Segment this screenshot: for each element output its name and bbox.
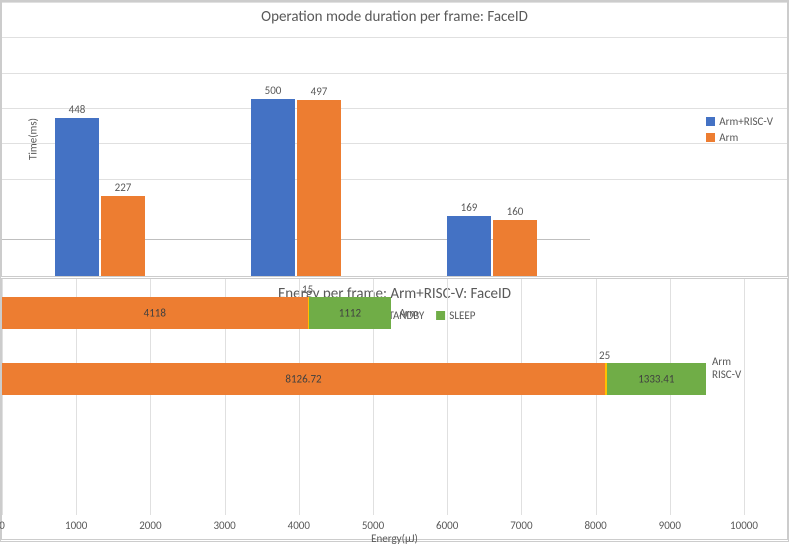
bar: 169 — [447, 216, 491, 276]
bar-value: 160 — [507, 205, 524, 218]
xtick: 3000 — [213, 519, 235, 532]
seg-value: 15 — [302, 283, 313, 296]
chart-top-title: Operation mode duration per frame: FaceI… — [2, 2, 787, 28]
seg-value: 1333.41 — [638, 373, 674, 386]
bar: 497 — [297, 100, 341, 276]
chart-bot: Energy per frame: Arm+RISC-V: FaceID ACT… — [1, 278, 788, 540]
xtick: 8000 — [584, 519, 606, 532]
y-axis-label: Time(ms) — [26, 118, 39, 160]
bar-value: 497 — [311, 85, 328, 98]
hseg-sleep: 1333.41 — [607, 363, 706, 395]
xtick: 5000 — [362, 519, 384, 532]
chart-container: Operation mode duration per frame: FaceI… — [0, 0, 789, 542]
legend-item: Arm+RISC-V — [706, 115, 773, 128]
xtick: 7000 — [510, 519, 532, 532]
bar-value: 169 — [461, 201, 478, 214]
legend-label: SLEEP — [449, 309, 475, 322]
bar-value: 500 — [265, 84, 282, 97]
hseg-active: 8126.72 — [2, 363, 605, 395]
hseg-sleep: 1112 — [309, 297, 392, 329]
chart-top: Operation mode duration per frame: FaceI… — [1, 1, 788, 277]
xtick: 6000 — [436, 519, 458, 532]
row-label-line: RISC-V — [712, 368, 741, 381]
legend-label: Arm+RISC-V — [719, 115, 773, 128]
legend-item: SLEEP — [436, 309, 475, 322]
bar: 500 — [251, 99, 295, 276]
row-label-line: Arm — [712, 355, 741, 368]
xtick: 4000 — [288, 519, 310, 532]
xtick: 0 — [0, 519, 5, 532]
xtick: 1000 — [65, 519, 87, 532]
legend-label: Arm — [719, 131, 738, 144]
seg-value: 4118 — [144, 307, 166, 320]
x-axis-label: Energy(μJ) — [371, 532, 418, 545]
legend-top: Arm+RISC-V Arm — [706, 112, 773, 147]
seg-value: 1112 — [339, 307, 361, 320]
bar: 448 — [55, 118, 99, 276]
seg-value: 8126.72 — [285, 373, 321, 386]
legend-swatch-icon — [436, 311, 445, 320]
row-label: Arm RISC-V — [712, 355, 741, 381]
legend-item: Arm — [706, 131, 773, 144]
xtick: 9000 — [659, 519, 681, 532]
chart-top-plot: 0 100 200 300 400 500 600 ACTIVE STANDBY… — [2, 28, 590, 240]
bar: 227 — [101, 196, 145, 276]
xtick: 2000 — [139, 519, 161, 532]
bar-value: 227 — [115, 181, 132, 194]
legend-swatch-icon — [706, 117, 715, 126]
row-label: Arm — [399, 307, 418, 320]
chart-bot-plot: 0 1000 2000 3000 4000 5000 6000 7000 800… — [2, 305, 744, 463]
legend-swatch-icon — [706, 133, 715, 142]
bar: 160 — [493, 220, 537, 277]
bar-value: 448 — [69, 103, 86, 116]
hseg-active: 4118 — [2, 297, 308, 329]
seg-value: 25 — [599, 349, 610, 362]
xtick: 10000 — [730, 519, 758, 532]
